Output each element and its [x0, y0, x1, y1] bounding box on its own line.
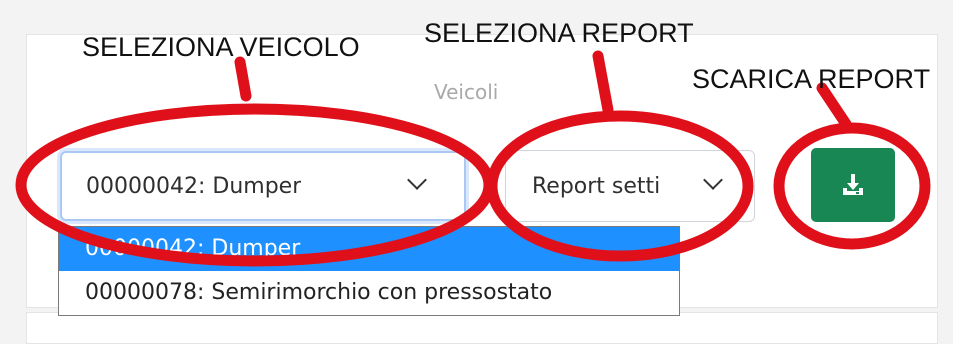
download-report-button[interactable] — [811, 148, 895, 222]
annotation-select-report: SELEZIONA REPORT — [424, 18, 694, 48]
dropdown-option[interactable]: 00000042: Dumper — [59, 227, 679, 271]
annotation-download-report: SCARICA REPORT — [692, 64, 931, 94]
vehicle-select[interactable]: 00000042: Dumper — [60, 151, 466, 221]
download-icon — [843, 174, 863, 195]
annotation-select-vehicle: SELEZIONA VEICOLO — [82, 32, 360, 62]
report-select-value: Report setti — [532, 173, 661, 199]
report-select[interactable]: Report setti — [505, 150, 755, 222]
chevron-down-icon — [407, 170, 427, 190]
vehicles-label: Veicoli — [434, 80, 499, 104]
dropdown-option[interactable]: 00000078: Semirimorchio con pressostato — [59, 271, 679, 315]
chevron-down-icon — [703, 170, 723, 190]
vehicle-dropdown-list: 00000042: Dumper 00000078: Semirimorchio… — [58, 226, 680, 316]
vehicle-select-value: 00000042: Dumper — [86, 173, 302, 199]
content-panel — [26, 312, 938, 344]
